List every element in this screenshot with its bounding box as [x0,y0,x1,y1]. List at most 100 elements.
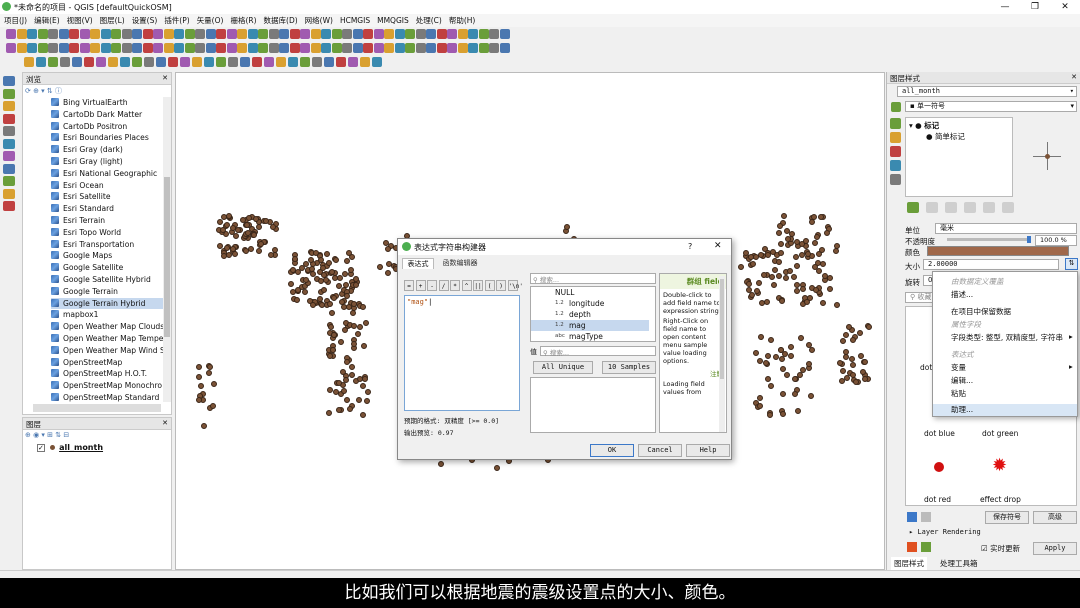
live-update-checkbox[interactable]: ☑ 实时更新 [981,543,1020,554]
browser-item[interactable]: Esri Ocean [51,180,163,191]
expression-editor[interactable]: "mag"| [404,295,520,411]
toolbar-icon[interactable] [90,29,100,39]
operator-button[interactable]: = [404,280,414,291]
operator-button[interactable]: ( [484,280,495,291]
toolbar-icon[interactable] [331,29,342,39]
toolbar-icon[interactable] [27,43,37,53]
menu-item-edit[interactable]: 编辑... [951,375,973,386]
operator-button[interactable]: / [438,280,449,291]
paint-icon[interactable] [891,102,901,112]
redo-icon[interactable] [921,542,931,552]
toolbar-icon[interactable] [489,43,499,53]
advanced-button[interactable]: 高级 [1033,511,1077,524]
values-search-input[interactable]: ⚲ 搜索... [540,346,656,357]
toolbar-icon[interactable] [447,29,457,39]
toolbar-icon[interactable] [111,29,121,39]
menu-vector[interactable]: 矢量(O) [193,14,227,26]
symbol-dot-red[interactable]: dot red [924,495,951,504]
browser-item[interactable]: Open Weather Map Tempe [51,333,163,344]
toolbar-icon[interactable] [268,29,279,39]
toolbar-icon[interactable] [415,29,426,39]
browser-item[interactable]: Esri Terrain [51,215,163,226]
field-item[interactable]: 1.2 longitude [531,298,649,309]
panel-close-icon[interactable]: ✕ [1071,73,1077,81]
toolbar-icon[interactable] [289,43,300,53]
toolbar-icon[interactable] [58,43,69,53]
menu-help[interactable]: 帮助(H) [445,14,479,26]
toolbar-icon[interactable] [342,43,352,53]
toolbar-icon[interactable] [310,29,321,39]
toolbar-icon[interactable] [228,57,238,67]
tab-processing-toolbox[interactable]: 处理工具箱 [937,557,981,570]
toolbar-icon[interactable] [405,29,415,39]
toolbar-icon[interactable] [247,43,258,53]
toolbar-icon[interactable] [184,43,195,53]
renderer-combo[interactable]: ▪ 单一符号 ▾ [905,101,1077,112]
menu-settings[interactable]: 设置(S) [128,14,161,26]
toolbar-icon[interactable] [100,43,111,53]
toolbar-icon[interactable] [279,29,289,39]
browser-item[interactable]: Esri Satellite [51,191,163,202]
toolbar-icon[interactable] [132,43,142,53]
toolbar-icon[interactable] [153,43,163,53]
menu-project[interactable]: 项目(J) [0,14,30,26]
toolbar-icon[interactable] [153,29,163,39]
menu-item-description[interactable]: 描述... [951,289,973,300]
toolbar-icon[interactable] [478,43,489,53]
toolbar-icon[interactable] [90,43,100,53]
toolbar-icon[interactable] [384,43,394,53]
toolbar-icon[interactable] [415,43,426,53]
operator-button[interactable]: ) [496,280,506,291]
toolbar-icon[interactable] [69,43,79,53]
toolbar-icon[interactable] [468,29,478,39]
layer-tool-icon[interactable] [3,151,15,161]
operator-button[interactable]: + [415,280,426,291]
values-list[interactable] [530,377,656,433]
toolbar-icon[interactable] [132,57,142,67]
toolbar-icon[interactable] [342,29,352,39]
browser-item[interactable]: mapbox1 [51,309,163,320]
help-scrollbar[interactable] [719,276,725,432]
browser-item[interactable]: Google Satellite [51,262,163,273]
toolbar-icon[interactable] [163,43,174,53]
toolbar-icon[interactable] [363,43,373,53]
toolbar-icon[interactable] [37,43,48,53]
data-defined-override-icon[interactable]: ⇅ [1065,258,1078,270]
toolbar-icon[interactable] [247,29,258,39]
toolbar-icon[interactable] [288,57,298,67]
toolbar-icon[interactable] [300,43,310,53]
styling-side-tab-icon[interactable] [890,160,901,171]
toolbar-icon[interactable] [216,29,226,39]
toolbar-icon[interactable] [457,29,468,39]
browser-item[interactable]: Esri Gray (light) [51,156,163,167]
toolbar-icon[interactable] [69,29,79,39]
opacity-slider[interactable] [947,236,1031,243]
toolbar-icon[interactable] [6,29,16,39]
toolbar-icon[interactable] [72,57,82,67]
toolbar-icon[interactable] [363,29,373,39]
toolbar-icon[interactable] [132,29,142,39]
toolbar-icon[interactable] [268,43,279,53]
field-item[interactable]: 1.2 mag [531,320,649,331]
browser-item[interactable]: CartoDb Positron [51,121,163,132]
toolbar-icon[interactable] [499,29,510,39]
toolbar-icon[interactable] [100,29,111,39]
layer-combo[interactable]: all_month ▾ [897,86,1077,97]
toolbar-icon[interactable] [499,43,510,53]
browser-hscrollbar[interactable] [33,404,161,412]
toolbar-icon[interactable] [226,43,237,53]
menu-layer[interactable]: 图层(L) [96,14,128,26]
symbol-dot-blue[interactable]: dot blue [924,429,955,438]
opacity-spinbox[interactable]: 100.0 % [1035,235,1077,246]
toolbar-icon[interactable] [352,29,363,39]
menu-mmqgis[interactable]: MMQGIS [373,15,412,25]
symbol-layer-tool-icon[interactable] [964,202,976,213]
operator-button[interactable]: || [473,280,483,291]
toolbar-icon[interactable] [204,57,214,67]
tab-function-editor[interactable]: 函数编辑器 [438,258,482,269]
layer-tool-icon[interactable] [3,188,15,199]
browser-item[interactable]: Google Satellite Hybrid [51,274,163,285]
apply-button[interactable]: Apply [1033,542,1077,555]
toolbar-icon[interactable] [120,57,130,67]
toolbar-icon[interactable] [426,29,436,39]
